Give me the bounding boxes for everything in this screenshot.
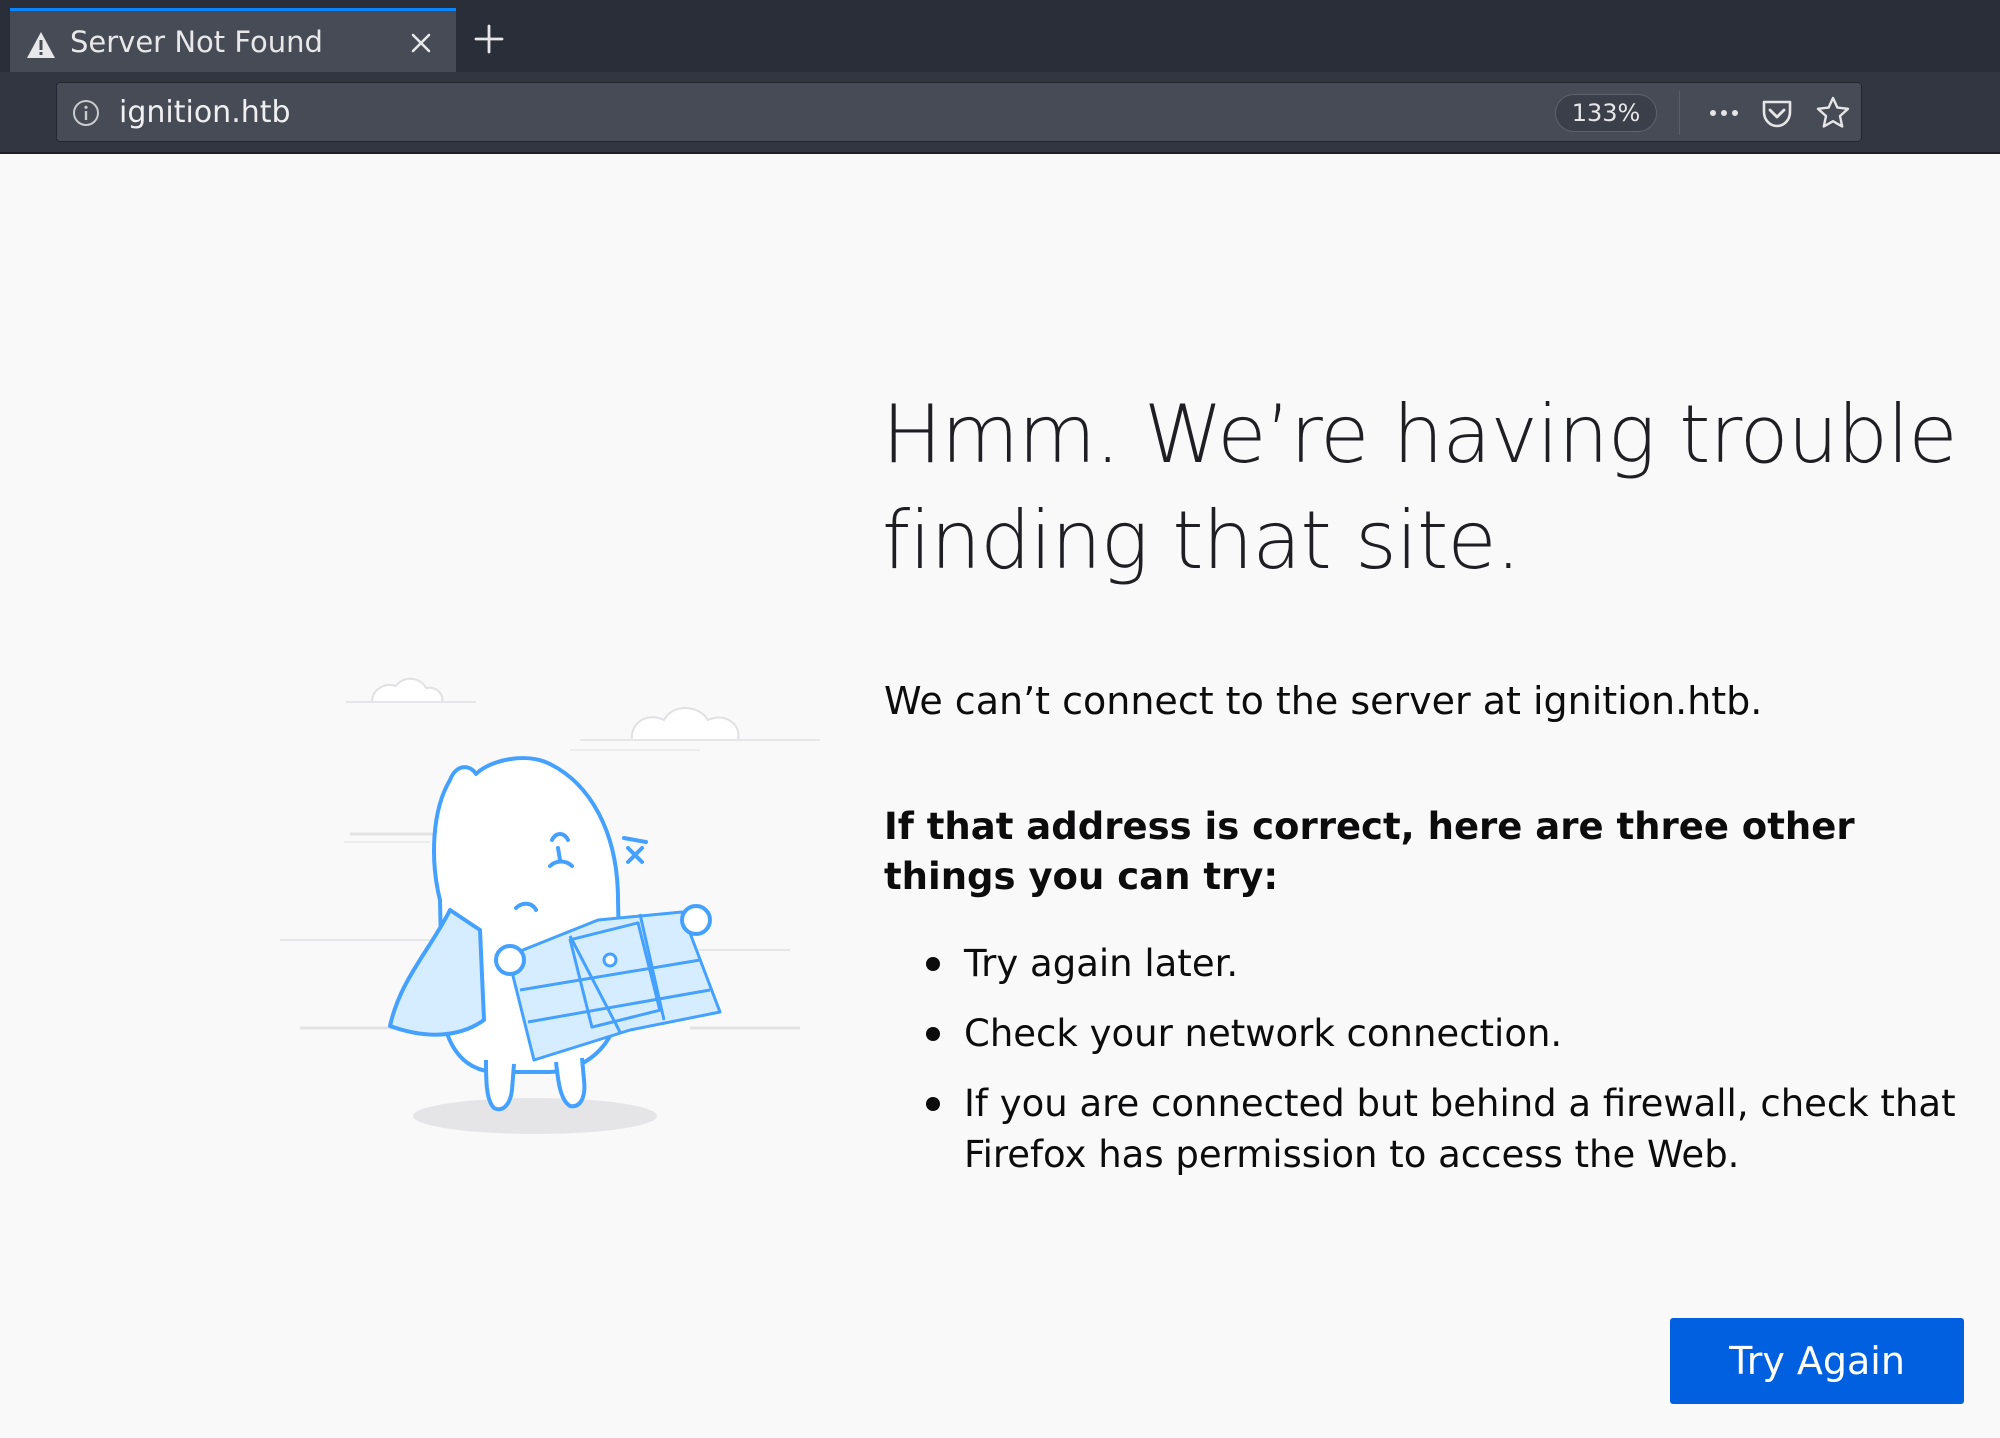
url-bar-divider: [1679, 91, 1680, 135]
info-icon[interactable]: [71, 98, 101, 128]
url-bar[interactable]: ignition.htb 133%: [56, 82, 1862, 142]
cloud-right: [630, 707, 740, 741]
error-heading: Hmm. We’re having trouble finding that s…: [882, 388, 1958, 587]
suggestion-item: If you are connected but behind a firewa…: [884, 1078, 1964, 1180]
new-tab-plus-icon[interactable]: [472, 22, 506, 56]
suggestions-list: Try again later. Check your network conn…: [884, 938, 1964, 1199]
tab-strip: Server Not Found: [0, 0, 2000, 72]
bullet-icon: [926, 1027, 940, 1041]
tab-title: Server Not Found: [70, 25, 323, 59]
more-actions-icon[interactable]: [1705, 97, 1743, 129]
suggestion-text: Try again later.: [964, 942, 1239, 985]
suggestion-text: If you are connected but behind a firewa…: [964, 1082, 1956, 1176]
zoom-level-badge[interactable]: 133%: [1555, 94, 1657, 132]
bullet-icon: [926, 957, 940, 971]
bookmark-star-icon[interactable]: [1815, 95, 1851, 131]
try-again-button[interactable]: Try Again: [1670, 1318, 1964, 1404]
lost-monster-illustration: [280, 677, 820, 1134]
tab-server-not-found[interactable]: Server Not Found: [10, 8, 456, 72]
error-page: Hmm. We’re having trouble finding that s…: [0, 156, 2000, 1438]
navigation-toolbar: ignition.htb 133%: [0, 72, 2000, 154]
suggestions-title: If that address is correct, here are thr…: [884, 805, 1855, 898]
suggestion-item: Try again later.: [884, 938, 1964, 989]
suggestion-item: Check your network connection.: [884, 1008, 1964, 1059]
bullet-icon: [926, 1097, 940, 1111]
cloud-left: [370, 677, 444, 703]
close-tab-icon[interactable]: [406, 28, 436, 58]
warning-icon: [27, 32, 55, 58]
url-text[interactable]: ignition.htb: [119, 95, 291, 130]
error-intro-text: We can’t connect to the server at igniti…: [884, 679, 1763, 723]
suggestion-text: Check your network connection.: [964, 1012, 1563, 1055]
pocket-icon[interactable]: [1759, 95, 1795, 131]
